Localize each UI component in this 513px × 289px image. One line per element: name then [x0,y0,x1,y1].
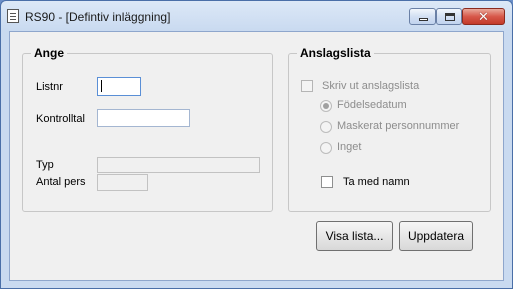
antal-pers-field [97,174,148,191]
ta-med-namn-checkbox[interactable] [321,176,333,188]
visa-lista-button[interactable]: Visa lista... [316,221,393,251]
kontrolltal-label: Kontrolltal [36,113,85,125]
text-caret [101,80,102,92]
anslagslista-groupbox: Anslagslista Skriv ut anslagslista Födel… [288,46,491,212]
typ-label: Typ [36,159,54,171]
radio-inget[interactable] [320,142,332,154]
minimize-icon [419,18,428,21]
window-title: RS90 - [Defintiv inläggning] [25,10,171,24]
listnr-label: Listnr [36,81,63,93]
typ-field [97,157,260,173]
document-icon[interactable] [7,9,19,23]
radio-maskerat-personnummer[interactable] [320,121,332,133]
radio-maskerat-label: Maskerat personnummer [337,120,460,132]
close-icon: ✕ [478,9,489,24]
kontrolltal-input[interactable] [97,109,190,127]
radio-inget-label: Inget [337,141,362,153]
close-button[interactable]: ✕ [462,8,505,25]
skriv-ut-checkbox[interactable] [301,80,313,92]
ange-legend: Ange [31,46,67,60]
antal-pers-label: Antal pers [36,176,86,188]
radio-fodelsedatum[interactable] [320,100,332,112]
maximize-icon [445,13,455,21]
main-window: RS90 - [Defintiv inläggning] ✕ Ange List… [0,0,513,289]
radio-fodelsedatum-label: Födelsedatum [337,99,407,111]
dialog-client-area: Ange Listnr Kontrolltal Typ Antal pers A… [9,31,504,281]
ta-med-namn-label: Ta med namn [343,176,410,188]
ange-groupbox: Ange Listnr Kontrolltal Typ Antal pers [22,46,273,212]
uppdatera-button[interactable]: Uppdatera [399,221,473,251]
anslagslista-legend: Anslagslista [297,46,374,60]
maximize-button[interactable] [436,8,462,25]
listnr-input[interactable] [97,77,141,96]
minimize-button[interactable] [409,8,436,25]
title-bar[interactable]: RS90 - [Defintiv inläggning] ✕ [1,1,512,31]
skriv-ut-label: Skriv ut anslagslista [322,80,420,92]
